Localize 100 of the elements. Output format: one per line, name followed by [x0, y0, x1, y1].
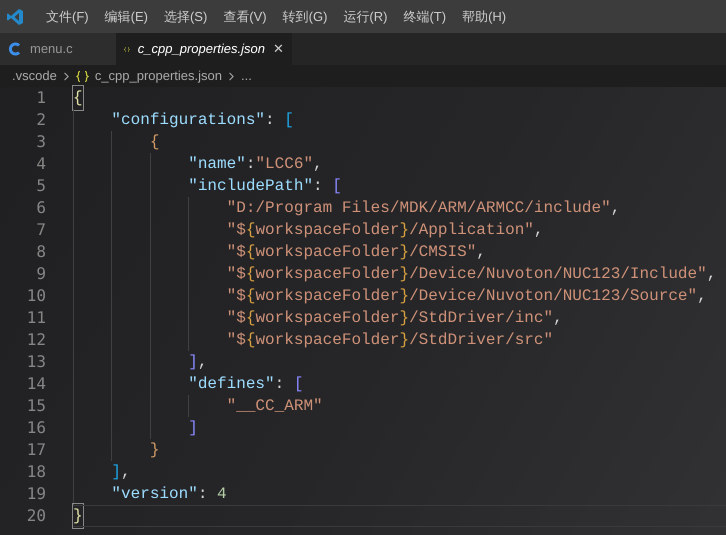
code-token: , [121, 462, 131, 483]
breadcrumb-item[interactable]: c_cpp_properties.json [94, 66, 222, 86]
code-token: } [73, 504, 83, 528]
code-token: "LCC6" [255, 154, 314, 175]
code-token: } [148, 440, 160, 461]
code-token: [ [332, 176, 342, 197]
line-number: 15 [26, 395, 46, 417]
code-token: "$ [226, 308, 246, 329]
code-token: "$ [226, 264, 246, 285]
code-token: , [697, 286, 707, 307]
app-logo-icon [6, 8, 24, 26]
code-token: workspaceFolder [255, 286, 400, 307]
code-token: "defines" [187, 374, 275, 395]
code-token: { [246, 242, 256, 263]
code-token: workspaceFolder [255, 330, 400, 351]
breadcrumb-item[interactable]: .vscode [12, 66, 57, 86]
code-token: , [198, 352, 208, 373]
code-token: "$ [226, 242, 246, 263]
code-token: , [534, 220, 544, 241]
code-token: "$ [226, 286, 246, 307]
line-number: 10 [26, 285, 46, 307]
code-token: , [706, 264, 716, 285]
line-number: 13 [26, 351, 46, 373]
line-number: 5 [35, 175, 46, 197]
code-token: { [246, 308, 256, 329]
code-token: workspaceFolder [255, 308, 400, 329]
code-token: /StdDriver/inc" [409, 308, 554, 329]
menu-item[interactable]: 选择(S) [156, 6, 216, 26]
code-token: , [553, 308, 563, 329]
line-number: 16 [26, 417, 46, 439]
code-token: } [399, 242, 410, 263]
menu-item[interactable]: 查看(V) [215, 6, 275, 26]
line-number: 9 [35, 263, 46, 285]
code-token: { [246, 330, 256, 351]
code-token: "$ [226, 220, 246, 241]
menu-item[interactable]: 帮助(H) [454, 6, 514, 26]
code-token: "configurations" [110, 110, 266, 131]
breadcrumb-item[interactable]: ... [241, 66, 252, 86]
code-token: : [265, 110, 276, 131]
line-number: 8 [35, 241, 46, 263]
code-token: [ [284, 110, 294, 131]
code-token: : [246, 154, 256, 175]
line-number: 7 [35, 219, 46, 241]
code-token: { [73, 86, 83, 110]
editor-tab[interactable]: c_cpp_properties.json ✕ [116, 33, 292, 65]
code-token: } [399, 308, 410, 329]
code-token: "name" [187, 154, 246, 175]
code-token: workspaceFolder [255, 242, 400, 263]
code-token: "includePath" [187, 176, 314, 197]
line-number: 1 [35, 87, 46, 109]
c-file-icon [8, 42, 22, 56]
line-number: 19 [26, 483, 46, 505]
code-token: ] [110, 462, 122, 483]
line-number: 2 [35, 109, 46, 131]
code-token: , [476, 242, 486, 263]
code-token: { [148, 132, 160, 153]
code-token: } [399, 286, 410, 307]
code-token: "D:/Program Files/MDK/ARM/ARMCC/include" [226, 198, 611, 219]
code-token: } [399, 220, 410, 241]
code-token: , [610, 198, 620, 219]
code-token: workspaceFolder [255, 264, 400, 285]
code-token: "$ [226, 330, 246, 351]
code-token: , [313, 154, 323, 175]
code-token: { [246, 264, 256, 285]
menu-item[interactable]: 文件(F) [38, 6, 97, 26]
code-token: /Application" [409, 220, 534, 241]
code-token: { [246, 286, 256, 307]
code-token: ] [187, 352, 198, 373]
code-token: /Device/Nuvoton/NUC123/Source" [409, 286, 698, 307]
line-number: 14 [26, 373, 46, 395]
editor-tab[interactable]: menu.c [0, 33, 116, 65]
menu-item[interactable]: 编辑(E) [96, 6, 156, 26]
line-number: 6 [35, 197, 46, 219]
code-token: "__CC_ARM" [226, 396, 323, 417]
line-number: 4 [35, 153, 46, 175]
braces-icon [76, 70, 89, 82]
line-number: 3 [35, 131, 46, 153]
code-token: ] [187, 418, 198, 439]
code-token: : [274, 374, 286, 395]
code-token: : [198, 484, 208, 505]
line-number: 18 [26, 461, 46, 483]
code-token: } [399, 330, 410, 351]
code-token: { [246, 220, 256, 241]
line-number: 12 [26, 329, 46, 351]
close-button[interactable]: ✕ [273, 39, 284, 59]
code-token: /StdDriver/src" [409, 330, 554, 351]
menu-item[interactable]: 终端(T) [395, 6, 454, 26]
code-token: workspaceFolder [255, 220, 400, 241]
code-token: } [399, 264, 410, 285]
line-number: 20 [26, 505, 46, 527]
menu-item[interactable]: 运行(R) [335, 6, 396, 26]
code-token: /CMSIS" [409, 242, 476, 263]
menu-item[interactable]: 转到(G) [274, 6, 336, 26]
tab-label: c_cpp_properties.json [138, 40, 265, 58]
code-token: /Device/Nuvoton/NUC123/Include" [409, 264, 707, 285]
line-number: 17 [26, 439, 46, 461]
code-token: "version" [110, 484, 198, 505]
code-token: : [313, 176, 324, 197]
code-token: 4 [217, 484, 227, 505]
tab-label: menu.c [30, 40, 73, 58]
